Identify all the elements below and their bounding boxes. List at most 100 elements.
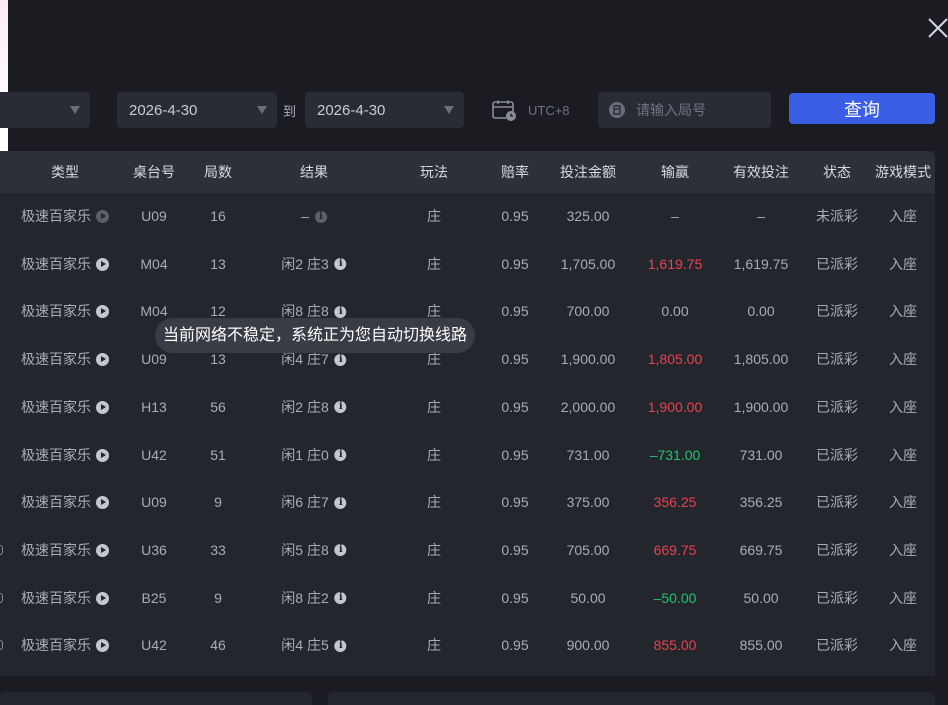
header-mode: 游戏模式 (875, 164, 931, 180)
cell-status: 已派彩 (816, 255, 858, 272)
table-row[interactable]: 极速百家乐 U09 16– i 庄 0.95 325.00– – 未派彩 入座 (0, 193, 935, 240)
info-icon[interactable]: i (334, 401, 347, 414)
cell-table-no: B25 (141, 589, 167, 606)
play-circle-icon[interactable] (96, 496, 109, 510)
info-icon[interactable]: i (334, 592, 347, 605)
table-row[interactable]: 极速百家乐 B25 9 闲8 庄2 i 庄 0.95 50.00 –50.00 50.00 已派彩 入… (0, 575, 935, 622)
cell-type: 极速百家乐 (21, 575, 109, 622)
table-row[interactable]: 极速百家乐 U42 46 闲4 庄5 i 庄 0.95 900.00 855.00 855.00 已… (0, 622, 935, 669)
play-circle-icon[interactable] (96, 639, 109, 653)
cell-win-loss: –731.00 (649, 446, 701, 463)
info-icon[interactable]: i (334, 258, 347, 271)
cell-type: 极速百家乐 (21, 432, 109, 479)
cell-win-loss: 669.75 (653, 541, 697, 558)
header-win-loss: 输赢 (661, 164, 689, 180)
chevron-down-icon (257, 106, 267, 114)
round-search-field[interactable] (598, 92, 771, 128)
table-row[interactable]: 极速百家乐 U42 51 闲1 庄0 i 庄 0.95 731.00 –731.00 731.00… (0, 432, 935, 479)
cell-status: 已派彩 (816, 494, 858, 511)
cell-mode: 入座 (889, 494, 917, 511)
header-play: 玩法 (420, 164, 448, 180)
table-row[interactable]: 极速百家乐 H13 56 闲2 庄8 i 庄 0.95 2,000.00 1,900.00 1,9… (0, 384, 935, 431)
cell-valid-bet: 731.00 (739, 446, 783, 463)
cell-status: 已派彩 (816, 541, 858, 558)
calendar-clock-icon[interactable] (492, 100, 518, 122)
start-date-select[interactable]: 2026-4-30 (117, 92, 277, 128)
cell-mode: 入座 (889, 446, 917, 463)
header-result: 结果 (300, 164, 328, 180)
cell-table-no: U36 (141, 541, 167, 558)
cell-result: 闲5 庄8 i (281, 527, 347, 574)
play-circle-icon[interactable] (96, 210, 109, 223)
info-icon[interactable]: i (334, 305, 347, 318)
cell-result: 闲6 庄7 i (281, 479, 347, 526)
info-icon[interactable]: i (334, 449, 347, 461)
cell-win-loss: –50.00 (653, 589, 697, 606)
cell-bet: 2,000.00 (560, 398, 616, 415)
round-number-input[interactable] (634, 101, 758, 119)
cell-play: 庄 (427, 398, 441, 415)
info-icon[interactable]: i (334, 353, 347, 366)
play-circle-icon[interactable] (96, 400, 109, 414)
close-icon[interactable] (926, 16, 948, 40)
info-icon[interactable]: i (334, 496, 347, 509)
table-row[interactable]: 极速百家乐 U09 9 闲6 庄7 i 庄 0.95 375.00 356.25 356.25 已派… (0, 479, 935, 526)
play-circle-icon[interactable] (96, 448, 109, 462)
game-type-label: 极速百家乐 (21, 255, 91, 272)
cell-win-loss: 1,619.75 (647, 255, 703, 272)
game-type-label: 极速百家乐 (21, 398, 91, 415)
play-circle-icon[interactable] (96, 353, 109, 367)
cell-odds: 0.95 (501, 446, 529, 463)
info-icon[interactable]: i (334, 544, 347, 557)
cell-bet: 1,900.00 (560, 351, 616, 368)
cell-odds: 0.95 (501, 255, 529, 272)
start-date-value: 2026-4-30 (129, 101, 198, 119)
query-button[interactable]: 查询 (789, 93, 935, 124)
play-circle-icon[interactable] (96, 591, 109, 605)
network-toast: 当前网络不稳定，系统正为您自动切换线路 (155, 318, 476, 353)
result-label: 闲4 庄5 (281, 637, 329, 654)
game-type-select[interactable] (0, 92, 90, 128)
cell-odds: 0.95 (501, 303, 529, 320)
cell-rounds: 51 (210, 446, 226, 463)
cell-mode: 入座 (889, 255, 917, 272)
header-bet: 投注金额 (560, 164, 616, 180)
play-circle-icon[interactable] (96, 257, 109, 271)
cell-type: 极速百家乐 (21, 527, 109, 574)
table-row[interactable]: 极速百家乐 U36 33 闲5 庄8 i 庄 0.95 705.00 669.75 669.75 已… (0, 527, 935, 574)
result-label: 闲5 庄8 (281, 541, 329, 558)
cell-valid-bet: 1,619.75 (733, 255, 789, 272)
cell-type: 极速百家乐 (21, 479, 109, 526)
play-circle-icon[interactable] (96, 305, 109, 319)
game-type-label: 极速百家乐 (21, 494, 91, 511)
timezone-label: UTC+8 (528, 103, 570, 118)
cell-mode: 入座 (889, 351, 917, 368)
play-circle-icon[interactable] (96, 543, 109, 557)
table-row[interactable]: 极速百家乐 M04 13 闲2 庄3 i 庄 0.95 1,705.00 1,619.75 1,6… (0, 241, 935, 288)
round-id-icon (608, 101, 626, 119)
cell-bet: 1,705.00 (560, 255, 616, 272)
result-label: 闲6 庄7 (281, 494, 329, 511)
cell-table-no: U09 (141, 208, 167, 224)
cell-rounds: 16 (210, 208, 226, 224)
cell-table-no: U09 (141, 494, 167, 511)
info-icon[interactable]: i (314, 210, 327, 223)
cell-valid-bet: 855.00 (739, 637, 783, 654)
cell-play: 庄 (427, 446, 441, 463)
info-icon[interactable]: i (334, 639, 347, 652)
cell-table-no: M04 (140, 255, 168, 272)
cell-odds: 0.95 (501, 589, 529, 606)
cell-play: 庄 (427, 494, 441, 511)
result-label: 闲1 庄0 (281, 446, 329, 463)
cell-type: 极速百家乐 (21, 288, 109, 335)
cell-result: – i (301, 193, 327, 240)
cell-play: 庄 (427, 208, 441, 224)
cell-status: 已派彩 (816, 351, 858, 368)
end-date-select[interactable]: 2026-4-30 (305, 92, 464, 128)
cell-odds: 0.95 (501, 398, 529, 415)
result-label: 闲8 庄2 (281, 589, 329, 606)
game-type-label: 极速百家乐 (21, 541, 91, 558)
cell-play: 庄 (427, 255, 441, 272)
cell-mode: 入座 (889, 398, 917, 415)
cell-bet: 731.00 (566, 446, 610, 463)
